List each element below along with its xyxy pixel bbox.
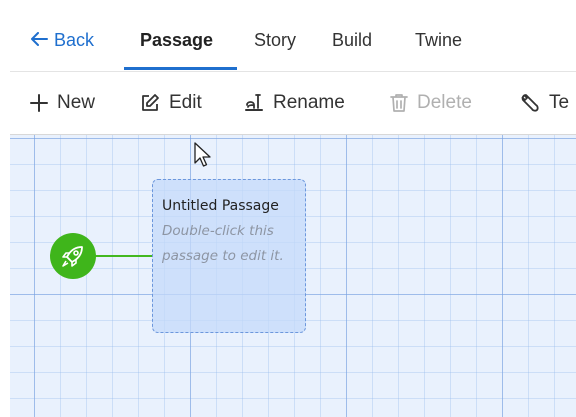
start-passage-indicator: [50, 233, 96, 279]
delete-label: Delete: [417, 92, 472, 113]
edit-passage-button[interactable]: Edit: [140, 90, 202, 116]
story-map-canvas[interactable]: Untitled Passage Double-click this passa…: [10, 135, 576, 417]
tab-twine[interactable]: Twine: [415, 30, 462, 51]
delete-passage-button[interactable]: Delete: [390, 90, 472, 116]
test-from-here-button[interactable]: Te: [520, 90, 569, 116]
back-label: Back: [54, 30, 95, 50]
top-navigation: Back Passage Story Build Twine: [10, 0, 576, 72]
twine-app: Back Passage Story Build Twine New Edit …: [10, 0, 576, 417]
tab-build[interactable]: Build: [332, 30, 372, 51]
new-passage-button[interactable]: New: [30, 90, 95, 116]
edit-label: Edit: [169, 92, 202, 113]
mouse-pointer-icon: [194, 142, 211, 167]
start-connector: [95, 255, 153, 257]
arrow-left-icon: [30, 30, 48, 51]
passage-card[interactable]: Untitled Passage Double-click this passa…: [152, 179, 306, 333]
rename-label: Rename: [273, 92, 345, 113]
edit-icon: [140, 93, 160, 113]
tool-icon: [520, 93, 540, 113]
active-tab-indicator: [124, 67, 237, 70]
test-label: Te: [549, 92, 570, 113]
rename-passage-button[interactable]: Rename: [244, 90, 345, 116]
passage-excerpt: Double-click this passage to edit it.: [162, 223, 284, 264]
back-button[interactable]: Back: [30, 30, 94, 51]
new-label: New: [57, 92, 96, 113]
rocket-icon: [62, 246, 83, 267]
plus-icon: [30, 94, 48, 112]
rename-icon: [244, 93, 264, 113]
passage-title: Untitled Passage: [162, 198, 279, 214]
trash-icon: [390, 93, 408, 113]
tab-story[interactable]: Story: [254, 30, 296, 51]
tab-passage[interactable]: Passage: [140, 30, 213, 51]
passage-toolbar: New Edit Rename Delete Te: [10, 72, 576, 135]
